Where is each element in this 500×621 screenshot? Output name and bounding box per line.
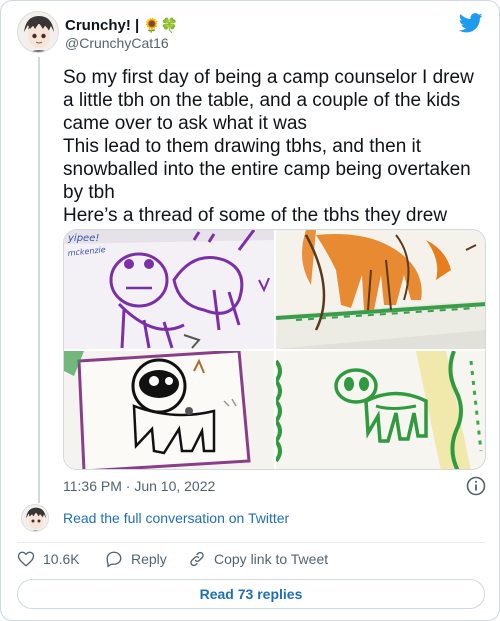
thread-connector-line — [38, 57, 40, 503]
reply-button[interactable]: Reply — [105, 550, 167, 568]
copy-link-label: Copy link to Tweet — [214, 551, 329, 567]
twitter-bird-icon[interactable] — [459, 13, 483, 33]
read-full-conversation-link[interactable]: Read the full conversation on Twitter — [63, 510, 289, 526]
like-count: 10.6K — [43, 551, 80, 567]
link-icon — [190, 551, 204, 567]
full-conversation-row[interactable]: Read the full conversation on Twitter — [21, 504, 321, 534]
media-photo-orange-tbh[interactable] — [276, 230, 485, 349]
read-replies-button[interactable]: Read 73 replies — [17, 579, 485, 609]
author-avatar-small — [21, 504, 49, 532]
author-display-name[interactable]: Crunchy! | — [65, 17, 139, 34]
tweet-media-grid[interactable]: yipee! mckenzie — [63, 229, 486, 470]
tweet-text-line: So my first day of being a camp counselo… — [63, 67, 474, 134]
tweet-actions: 10.6K Reply Copy link to Tweet — [17, 550, 485, 570]
tweet-header: Crunchy! | 🌻🍀 @CrunchyCat16 — [17, 11, 485, 57]
media-photo-green-tbh[interactable] — [276, 351, 485, 469]
author-handle[interactable]: @CrunchyCat16 — [65, 35, 169, 51]
tweet-card: Crunchy! | 🌻🍀 @CrunchyCat16 So my first … — [0, 0, 500, 621]
reply-label: Reply — [131, 551, 167, 567]
divider — [17, 542, 485, 543]
info-icon[interactable] — [466, 476, 486, 496]
tweet-text-line: Here’s a thread of some of the tbhs they… — [63, 205, 448, 226]
copy-link-button[interactable]: Copy link to Tweet — [188, 550, 328, 568]
tweet-text-line: This lead to them drawing tbhs, and then… — [63, 136, 471, 203]
media-photo-black-tbh[interactable] — [64, 351, 274, 469]
media-photo-purple-tbh[interactable]: yipee! mckenzie — [64, 230, 274, 349]
read-replies-label: Read 73 replies — [199, 586, 303, 602]
author-avatar[interactable] — [17, 11, 59, 53]
heart-icon — [17, 551, 35, 567]
author-name-row[interactable]: Crunchy! | 🌻🍀 — [65, 15, 178, 35]
author-name-emojis: 🌻🍀 — [143, 17, 179, 33]
tweet-text: So my first day of being a camp counselo… — [63, 66, 483, 227]
photo-writing-yipee: yipee! — [67, 233, 99, 244]
like-button[interactable]: 10.6K — [17, 550, 80, 568]
reply-icon — [106, 551, 122, 568]
tweet-timestamp[interactable]: 11:36 PM · Jun 10, 2022 — [63, 478, 215, 494]
